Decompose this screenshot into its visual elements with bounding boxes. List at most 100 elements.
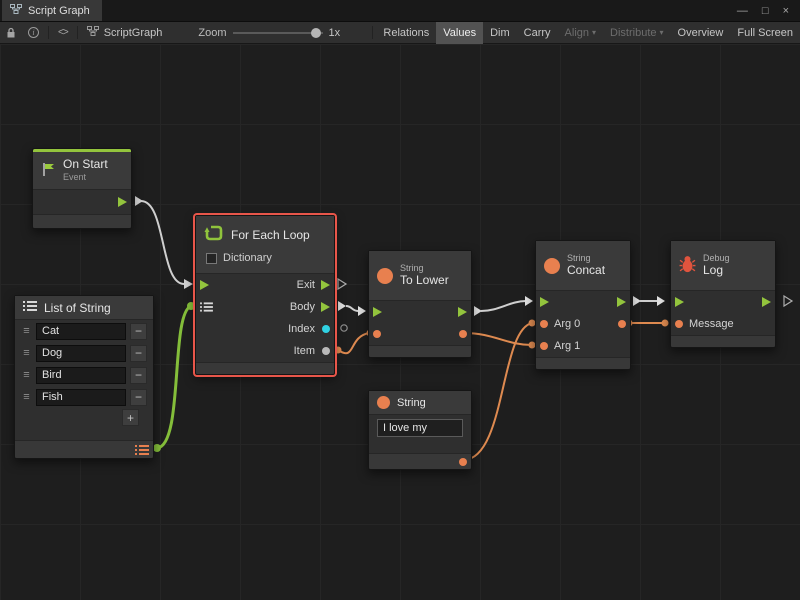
toolbar-button-carry[interactable]: Carry [517,22,558,44]
node-for-each-loop[interactable]: For Each Loop Dictionary Exit Body Index… [195,215,335,375]
result-output-port[interactable] [618,320,626,328]
flow-input-port[interactable] [675,297,684,307]
list-output-port[interactable] [135,444,149,456]
remove-item-button[interactable]: − [130,345,147,362]
toolbar-separator [372,26,373,39]
node-string-literal[interactable]: String [368,390,472,470]
list-icon [23,300,37,315]
zoom-label: Zoom [198,27,226,39]
graph-asset-name: ScriptGraph [104,27,163,39]
wire-arrowhead [358,306,366,316]
wire-tolower-result-to-arg1[interactable] [464,333,532,345]
wire-body-to-tolower[interactable] [346,306,358,311]
node-title: String [397,397,426,409]
wire-item-to-tolower[interactable] [338,333,369,353]
flow-output-port[interactable] [762,297,771,307]
string-value-input[interactable] [377,419,463,437]
flag-icon [41,162,56,180]
list-item-row: ≡ − [15,320,153,342]
toolbar-button-overview[interactable]: Overview [671,22,731,44]
string-circle-icon [544,258,560,274]
tab-script-graph[interactable]: Script Graph [2,0,102,21]
drag-handle-icon[interactable]: ≡ [21,325,32,337]
script-graph-asset[interactable]: ScriptGraph [81,22,169,44]
port-label: Arg 0 [554,318,580,330]
window-controls: — □ × [730,0,800,21]
list-item-input[interactable] [36,323,126,340]
port-label: Index [288,323,315,335]
list-item-input[interactable] [36,345,126,362]
string-output-port[interactable] [459,458,467,466]
node-header: On Start Event [33,152,131,190]
flow-input-port[interactable] [373,307,382,317]
remove-item-button[interactable]: − [130,367,147,384]
toolbar-button-distribute[interactable]: Distribute ▾ [603,22,670,44]
port-row: Item [196,340,334,362]
node-header: String To Lower [369,251,471,301]
message-input-port[interactable] [675,320,683,328]
add-item-button[interactable]: + [122,409,139,426]
result-output-port[interactable] [459,330,467,338]
wire-endpoint [153,444,161,452]
node-list-of-string[interactable]: List of String ≡ − ≡ − ≡ − ≡ − + [14,295,154,459]
wire-arrowhead [135,196,143,206]
flow-output-port[interactable] [458,307,467,317]
exit-output-port[interactable] [321,280,330,290]
arg0-input-port[interactable] [540,320,548,328]
drag-handle-icon[interactable]: ≡ [21,347,32,359]
wire-list-to-foreach[interactable] [157,306,191,448]
toolbar-button-values[interactable]: Values [436,22,483,44]
zoom-slider-handle[interactable] [311,28,321,38]
dictionary-checkbox[interactable] [206,253,217,264]
toolbar-button-dim[interactable]: Dim [483,22,517,44]
maximize-button[interactable]: □ [755,5,776,17]
toolbar-button-align[interactable]: Align ▾ [558,22,603,44]
flow-input-port[interactable] [540,297,549,307]
trigger-output-port[interactable] [118,197,127,207]
toolbar-button-relations[interactable]: Relations [376,22,436,44]
port-row [369,301,471,323]
node-on-start[interactable]: On Start Event [32,148,132,229]
graph-canvas[interactable]: On Start Event List of String ≡ − ≡ − ≡ [0,44,800,600]
wire-onstart-to-foreach[interactable] [141,201,184,284]
loop-icon [204,223,224,246]
chevron-down-icon: ▾ [660,28,664,37]
node-subtitle: Event [63,172,108,182]
info-icon[interactable]: i [22,22,45,44]
node-header: Debug Log [671,241,775,291]
toolbar-button-fullscreen[interactable]: Full Screen [730,22,800,44]
flow-output-port[interactable] [617,297,626,307]
node-footer [369,345,471,357]
list-item-input[interactable] [36,389,126,406]
drag-handle-icon[interactable]: ≡ [21,391,32,403]
node-footer [671,335,775,347]
lock-icon[interactable] [0,22,22,44]
node-header: String [369,391,471,415]
body-output-port[interactable] [321,302,330,312]
drag-handle-icon[interactable]: ≡ [21,369,32,381]
minimize-button[interactable]: — [730,5,755,17]
remove-item-button[interactable]: − [130,323,147,340]
item-output-port[interactable] [322,347,330,355]
remove-item-button[interactable]: − [130,389,147,406]
code-icon[interactable]: <> [52,22,74,44]
node-debug-log[interactable]: Debug Log Message [670,240,776,348]
arg1-input-port[interactable] [540,342,548,350]
node-to-lower[interactable]: String To Lower [368,250,472,358]
wire-literal-to-arg0[interactable] [464,323,532,460]
port-row [536,291,630,313]
wire-tolower-to-concat[interactable] [481,301,526,311]
zoom-slider[interactable] [233,32,323,34]
close-button[interactable]: × [776,5,796,17]
index-output-port[interactable] [322,325,330,333]
string-input-port[interactable] [373,330,381,338]
graph-icon [87,25,99,40]
flow-input-port[interactable] [200,280,209,290]
port-row: Message [671,313,775,335]
node-concat[interactable]: String Concat Arg 0 Arg 1 [535,240,631,370]
list-icon [135,444,149,456]
wire-arrowhead [633,296,641,306]
list-item-input[interactable] [36,367,126,384]
node-header: For Each Loop Dictionary [196,216,334,274]
list-input-port[interactable] [200,302,213,313]
